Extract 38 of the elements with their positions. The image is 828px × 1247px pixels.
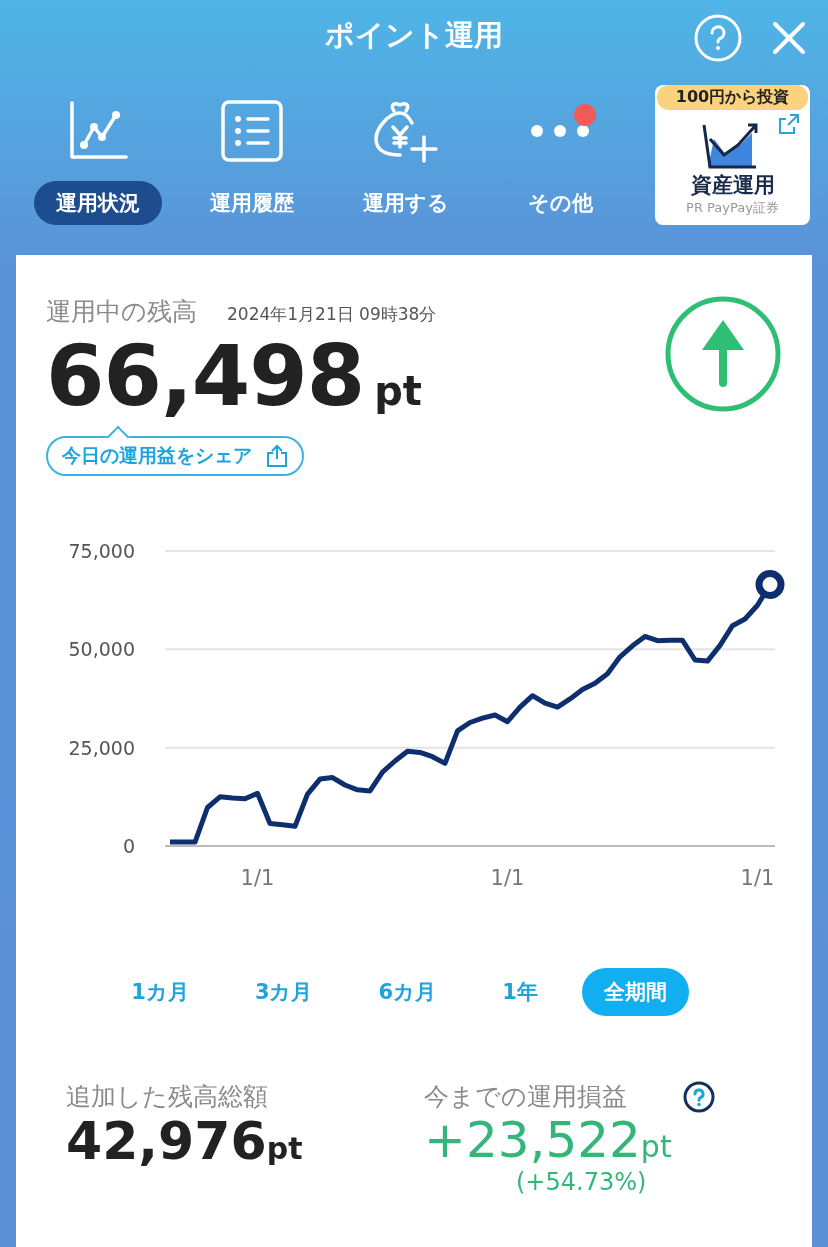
tab[interactable]: 運用状況 xyxy=(34,181,162,225)
more-icon xyxy=(531,125,589,137)
share-icon xyxy=(266,444,288,468)
tab[interactable]: その他 xyxy=(505,181,615,225)
profit-percent: (+54.73%) xyxy=(516,1168,648,1196)
tab[interactable]: 運用する xyxy=(341,181,471,225)
line-chart-icon xyxy=(68,101,128,161)
deposit-total-amount: 42,976pt xyxy=(66,1113,304,1171)
range-tab[interactable]: 1カ月 xyxy=(109,968,211,1016)
promo-badge: 100円から投資 xyxy=(657,85,808,110)
y-axis-label: 0 xyxy=(122,835,135,857)
balance-unit: pt xyxy=(374,368,422,414)
tab[interactable]: 運用履歴 xyxy=(188,181,316,225)
x-axis-label: 1/1 xyxy=(240,866,275,890)
y-axis-label: 25,000 xyxy=(68,736,135,759)
balance-amount: 66,498 xyxy=(46,334,365,418)
promo-title: 資産運用 xyxy=(690,172,775,199)
y-axis-label: 50,000 xyxy=(68,638,135,661)
promo-caption: PR PayPay証券 xyxy=(686,199,779,217)
money-bag-plus-icon xyxy=(372,99,440,163)
profit-label: 今までの運用損益 xyxy=(424,1081,627,1113)
deposit-total-label: 追加した残高総額 xyxy=(66,1081,269,1113)
x-axis-label: 1/1 xyxy=(740,866,775,890)
screen-title: ポイント運用 xyxy=(325,17,503,54)
promo-card[interactable]: 100円から投資 資産運用 PR PayPay証券 xyxy=(655,85,810,225)
range-tab[interactable]: 6カ月 xyxy=(356,968,459,1016)
range-tab[interactable]: 全期間 xyxy=(581,968,689,1016)
x-axis-label: 1/1 xyxy=(490,866,525,890)
external-link-icon xyxy=(778,113,800,135)
y-axis-label: 75,000 xyxy=(68,540,135,562)
balance-label: 運用中の残高 xyxy=(46,296,197,328)
help-icon[interactable] xyxy=(683,1080,715,1113)
range-tab[interactable]: 3カ月 xyxy=(232,968,335,1016)
timestamp: 2024年1月21日 09時38分 xyxy=(227,303,437,326)
range-tab[interactable]: 1年 xyxy=(480,968,560,1016)
latest-point-marker xyxy=(755,569,785,599)
profit-amount: +23,522 pt xyxy=(424,1113,673,1168)
list-icon xyxy=(220,99,284,163)
